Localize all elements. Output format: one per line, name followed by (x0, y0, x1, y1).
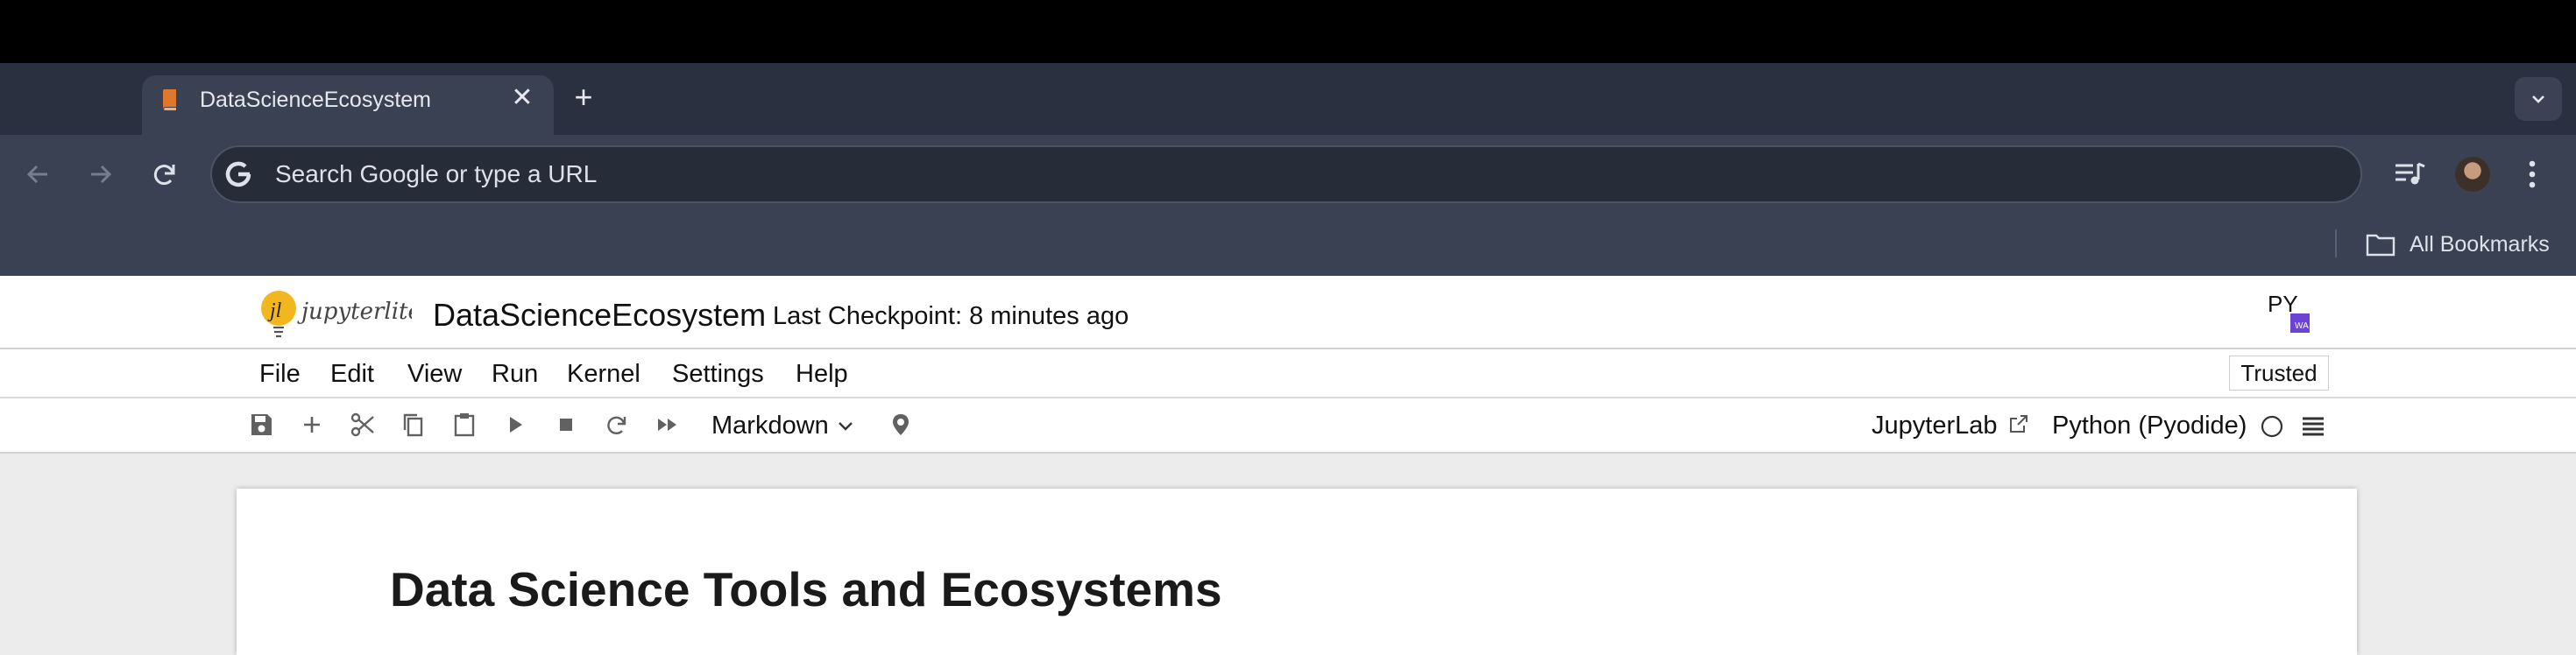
tab-close-icon[interactable]: ✕ (508, 84, 536, 112)
os-menubar (0, 0, 2576, 63)
chevron-down-icon[interactable] (836, 416, 855, 435)
save-icon[interactable] (247, 411, 275, 439)
kernel-name[interactable]: Python (Pyodide) (2052, 409, 2247, 442)
markdown-heading[interactable]: Data Science Tools and Ecosystems (390, 559, 1222, 620)
tab-title: DataScienceEcosystem (200, 88, 432, 112)
google-icon (225, 161, 251, 187)
bookmarks-divider (2335, 229, 2337, 257)
open-in-jupyterlab-link[interactable]: JupyterLab (1872, 409, 1998, 442)
svg-text:jl: jl (267, 299, 282, 322)
svg-text:PY: PY (2268, 291, 2298, 317)
tab-search-button[interactable] (2515, 77, 2562, 121)
menu-edit[interactable]: Edit (330, 357, 374, 391)
back-icon[interactable] (19, 155, 58, 194)
menu-help[interactable]: Help (796, 357, 848, 391)
menu-file[interactable]: File (259, 357, 301, 391)
reload-icon[interactable] (145, 155, 184, 194)
cell-type-select[interactable]: Markdown (711, 409, 829, 442)
restart-icon[interactable] (603, 411, 631, 439)
more-options-icon[interactable] (2523, 157, 2541, 192)
copy-icon[interactable] (400, 411, 428, 439)
all-bookmarks-link[interactable]: All Bookmarks (2410, 230, 2550, 258)
menu-kernel[interactable]: Kernel (567, 357, 640, 391)
external-link-icon[interactable] (2008, 413, 2029, 434)
run-all-icon[interactable] (654, 411, 682, 439)
jupyterlite-wordmark: jupyterlite (297, 299, 412, 325)
svg-text:WA: WA (2295, 321, 2309, 331)
media-controls-icon[interactable] (2392, 158, 2427, 190)
address-bar-placeholder: Search Google or type a URL (275, 160, 598, 187)
new-tab-button[interactable]: + (568, 81, 599, 114)
add-cell-icon[interactable] (298, 411, 326, 439)
bookmarks-bar (0, 212, 2576, 276)
notebook-title[interactable]: DataScienceEcosystem (433, 296, 766, 335)
menu-view[interactable]: View (407, 357, 462, 391)
paste-icon[interactable] (450, 411, 478, 439)
jupyter-menubar (0, 349, 2576, 398)
checkpoint-status: Last Checkpoint: 8 minutes ago (773, 302, 1129, 330)
menu-run[interactable]: Run (492, 357, 538, 391)
profile-avatar[interactable] (2455, 157, 2490, 192)
chevron-down-icon (2532, 95, 2544, 103)
cut-icon[interactable] (349, 411, 377, 439)
stop-icon[interactable] (552, 411, 580, 439)
folder-icon (2366, 234, 2396, 257)
pyodide-logo: PY WA (2268, 291, 2310, 333)
trusted-indicator[interactable]: Trusted (2229, 356, 2329, 391)
menu-settings[interactable]: Settings (672, 357, 764, 391)
book-icon (163, 89, 176, 110)
jupyterlite-logo[interactable]: jl jupyterlite (258, 287, 412, 338)
forward-icon[interactable] (81, 155, 119, 194)
debugger-icon[interactable] (887, 411, 915, 439)
run-icon[interactable] (501, 411, 529, 439)
menu-lines-icon[interactable] (2301, 415, 2325, 438)
kernel-idle-icon (2261, 415, 2283, 438)
